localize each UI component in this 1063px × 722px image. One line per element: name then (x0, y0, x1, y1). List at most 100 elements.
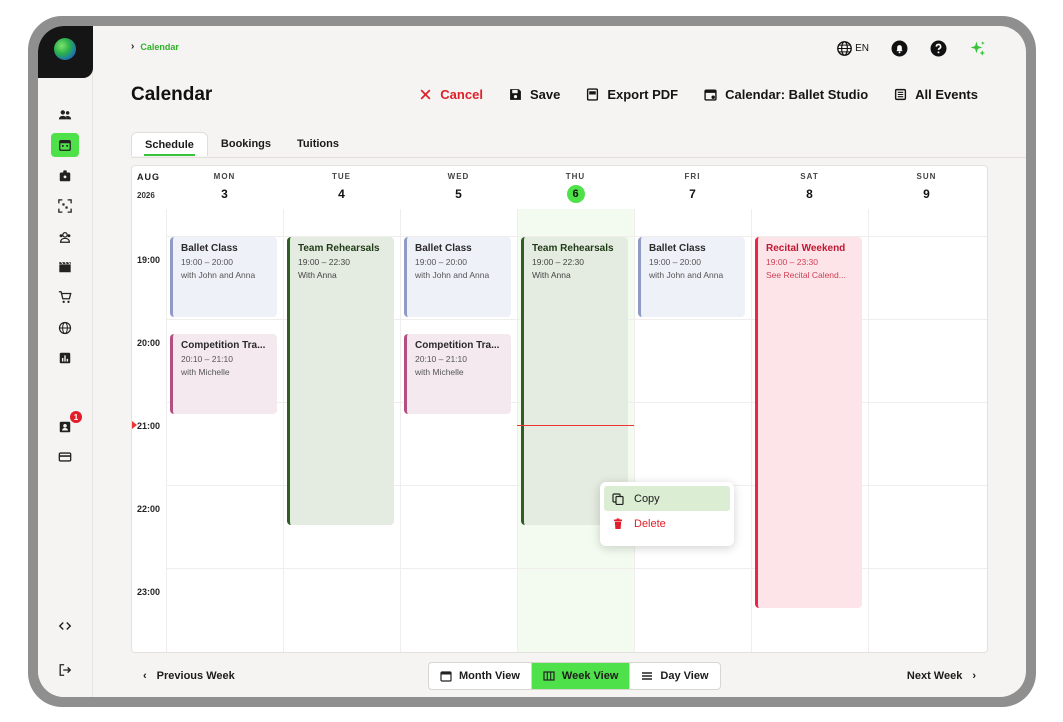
event-attendees: See Recital Calend... (766, 270, 846, 280)
grid-line (517, 209, 518, 652)
sidebar-item-people[interactable] (51, 103, 79, 127)
day-name: THU (565, 172, 586, 181)
day-header-thu[interactable]: THU 6 (517, 172, 634, 203)
time-label: 22:00 (137, 504, 161, 514)
event-time: 19:00 – 23:30 (766, 257, 818, 267)
event-card-ballet-class-wed[interactable]: Ballet Class 19:00 – 20:00 with John and… (404, 237, 511, 317)
sidebar-item-logout[interactable] (51, 658, 79, 682)
event-title: Ballet Class (649, 243, 706, 254)
people-icon (58, 110, 72, 120)
event-title: Competition Tra... (415, 340, 500, 351)
event-card-competition-mon[interactable]: Competition Tra... 20:10 – 21:10 with Mi… (170, 334, 277, 414)
tab-bookings[interactable]: Bookings (208, 132, 284, 156)
event-time: 19:00 – 20:00 (415, 257, 467, 267)
event-card-ballet-class-mon[interactable]: Ballet Class 19:00 – 20:00 with John and… (170, 237, 277, 317)
app-logo[interactable] (38, 26, 93, 78)
tab-bar: Schedule Bookings Tuitions (131, 132, 352, 156)
event-card-team-rehearsals-tue[interactable]: Team Rehearsals 19:00 – 22:30 With Anna (287, 237, 394, 525)
previous-week-button[interactable]: ‹ Previous Week (143, 670, 235, 682)
event-attendees: With Anna (298, 270, 337, 280)
tab-divider (131, 157, 1026, 158)
day-header-mon[interactable]: MON 3 (166, 172, 283, 201)
day-name: TUE (332, 172, 351, 181)
breadcrumb-calendar[interactable]: Calendar (140, 42, 179, 52)
current-time-line (517, 425, 634, 426)
sidebar-item-shop[interactable] (51, 285, 79, 309)
language-code: EN (855, 42, 869, 54)
event-time: 19:00 – 22:30 (298, 257, 350, 267)
time-label: 20:00 (137, 338, 161, 348)
notifications-button[interactable] (891, 38, 908, 58)
calendar-selector-button[interactable]: Calendar: Ballet Studio (704, 87, 868, 102)
day-view-button[interactable]: Day View (630, 663, 719, 689)
day-header-sat[interactable]: SAT 8 (751, 172, 868, 201)
help-button[interactable] (930, 38, 947, 58)
grid-line (634, 209, 635, 652)
sidebar-item-media[interactable] (51, 255, 79, 279)
notification-badge: 1 (70, 411, 82, 423)
page-title: Calendar (131, 84, 213, 105)
day-number: 4 (338, 187, 345, 201)
event-time: 19:00 – 20:00 (649, 257, 701, 267)
sidebar-item-calendar[interactable] (51, 133, 79, 157)
ai-assistant-button[interactable] (969, 38, 986, 58)
time-label: 19:00 (137, 255, 161, 265)
save-button[interactable]: Save (509, 87, 560, 102)
day-name: SAT (800, 172, 819, 181)
tab-schedule[interactable]: Schedule (131, 132, 208, 156)
day-header-wed[interactable]: WED 5 (400, 172, 517, 201)
event-attendees: with John and Anna (181, 270, 256, 280)
export-pdf-button[interactable]: Export PDF (586, 87, 678, 102)
day-number-today: 6 (566, 185, 585, 203)
grid-line (400, 209, 401, 652)
sidebar-item-id-card[interactable] (51, 164, 79, 188)
sidebar-item-groups[interactable] (51, 225, 79, 249)
event-title: Ballet Class (415, 243, 472, 254)
event-attendees: with Michelle (415, 367, 464, 377)
event-time: 20:10 – 21:10 (415, 354, 467, 364)
copy-icon (612, 492, 624, 505)
language-globe-icon (837, 40, 852, 56)
sidebar-item-web[interactable] (51, 316, 79, 340)
grid-line (166, 209, 167, 652)
day-name: WED (447, 172, 470, 181)
all-events-button[interactable]: All Events (894, 87, 978, 102)
day-header-sun[interactable]: SUN 9 (868, 172, 985, 201)
month-label: AUG (137, 172, 160, 182)
sidebar: 1 (38, 26, 93, 697)
calendar-selector-label: Calendar: Ballet Studio (725, 87, 869, 102)
event-card-recital-weekend-sat[interactable]: Recital Weekend 19:00 – 23:30 See Recita… (755, 237, 862, 608)
tab-tuitions[interactable]: Tuitions (284, 132, 352, 156)
calendar-icon (59, 139, 71, 151)
week-calendar: AUG 2026 MON 3 TUE 4 WED 5 THU 6 FRI 7 S… (131, 165, 988, 653)
report-chart-icon (59, 352, 71, 364)
event-card-competition-wed[interactable]: Competition Tra... 20:10 – 21:10 with Mi… (404, 334, 511, 414)
breadcrumb: › Calendar (131, 41, 179, 52)
contact-card-icon (59, 421, 71, 433)
context-menu-delete[interactable]: Delete (604, 511, 730, 536)
month-view-button[interactable]: Month View (429, 663, 532, 689)
next-week-label: Next Week (906, 670, 963, 682)
close-icon (420, 89, 431, 100)
event-card-ballet-class-fri[interactable]: Ballet Class 19:00 – 20:00 with John and… (638, 237, 745, 317)
language-switcher[interactable]: EN (836, 38, 869, 58)
day-number: 9 (923, 187, 930, 201)
day-number: 7 (689, 187, 696, 201)
month-calendar-icon (440, 671, 452, 682)
cancel-button[interactable]: Cancel (419, 87, 483, 102)
week-view-button[interactable]: Week View (531, 663, 631, 689)
day-header-fri[interactable]: FRI 7 (634, 172, 751, 201)
month-view-label: Month View (459, 670, 520, 682)
header-actions: Cancel Save Export PDF Calendar: Ballet … (419, 87, 978, 102)
context-menu-copy[interactable]: Copy (604, 486, 730, 511)
event-context-menu: Copy Delete (600, 482, 734, 546)
sidebar-item-embed[interactable] (51, 614, 79, 638)
all-events-label: All Events (915, 87, 978, 102)
sidebar-item-reports[interactable] (51, 346, 79, 370)
sidebar-item-payments[interactable] (51, 445, 79, 469)
year-label: 2026 (137, 191, 155, 200)
save-label: Save (529, 87, 561, 102)
day-header-tue[interactable]: TUE 4 (283, 172, 400, 201)
next-week-button[interactable]: Next Week › (907, 670, 976, 682)
sidebar-item-qr[interactable] (51, 194, 79, 218)
